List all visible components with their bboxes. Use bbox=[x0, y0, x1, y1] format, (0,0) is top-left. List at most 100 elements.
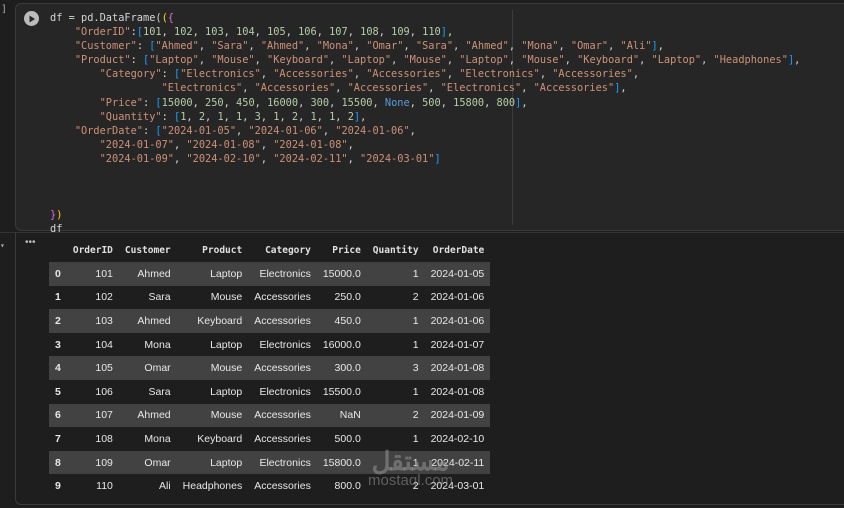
code-token: "2024-01-06" bbox=[248, 124, 323, 137]
table-row: 0 101 Ahmed Laptop Electronics 15000.0 1 2024-0… bbox=[49, 262, 491, 286]
code-token: "Laptop" bbox=[149, 54, 199, 67]
table-cell: 103 bbox=[95, 314, 113, 327]
code-token: "Keyboard" bbox=[577, 54, 640, 67]
table-cell: 2 bbox=[412, 291, 419, 304]
run-cell-button[interactable] bbox=[24, 11, 39, 26]
table-cell: 800.0 bbox=[334, 480, 361, 493]
row-index: 6 bbox=[55, 409, 61, 422]
table-cell: 2024-01-08 bbox=[430, 362, 485, 375]
code-token: , bbox=[372, 96, 385, 109]
code-editor[interactable]: df = pd.DataFrame(({ "OrderID":[101, 102… bbox=[50, 11, 800, 237]
code-line: "Customer": ["Ahmed", "Sara", "Ahmed", "… bbox=[50, 39, 800, 53]
code-token: "Electronics" bbox=[180, 68, 261, 81]
table-cell: Accessories bbox=[254, 314, 311, 327]
watermark-logo: مستقل mostaql.com bbox=[368, 446, 454, 489]
code-token: , bbox=[254, 54, 268, 67]
code-line: "Electronics", "Accessories", "Accessori… bbox=[50, 81, 800, 95]
code-token: , bbox=[223, 26, 237, 39]
code-token: , bbox=[353, 68, 367, 81]
code-token: : bbox=[143, 96, 156, 109]
column-header[interactable]: Quantity bbox=[367, 239, 425, 262]
collapse-output-icon[interactable]: ▾ bbox=[0, 241, 5, 250]
code-token: , bbox=[453, 40, 466, 53]
table-cell: 104 bbox=[95, 338, 113, 351]
code-line: ​ bbox=[50, 194, 800, 208]
table-cell: Ahmed bbox=[137, 409, 171, 422]
table-cell: Accessories bbox=[254, 291, 311, 304]
table-cell: 1 bbox=[412, 338, 419, 351]
table-cell: 2024-01-07 bbox=[430, 338, 485, 351]
table-row: 4 105 Omar Mouse Accessories 300.0 3 2024-01-08 bbox=[49, 356, 491, 380]
row-index: 4 bbox=[55, 362, 61, 375]
code-token: "Mona" bbox=[521, 40, 559, 53]
table-header-row: OrderID Customer Product Category Price Quant… bbox=[49, 239, 490, 262]
code-token: , bbox=[378, 26, 392, 39]
code-token: "Mouse" bbox=[211, 54, 255, 67]
table-cell: Omar bbox=[144, 362, 171, 375]
code-token: "Omar" bbox=[570, 40, 609, 53]
code-token: 110 bbox=[422, 26, 441, 39]
code-token: , bbox=[620, 82, 627, 95]
table-row: 3 104 Mona Laptop Electronics 16000.0 1 2024-01… bbox=[49, 333, 490, 357]
table-row: 5 106 Sara Laptop Electronics 15500.0 1 2024-01… bbox=[49, 380, 490, 404]
table-cell: Accessories bbox=[254, 480, 311, 493]
table-cell: 109 bbox=[95, 456, 113, 469]
code-token: , bbox=[794, 54, 801, 67]
code-token: "Mouse" bbox=[403, 54, 447, 67]
table-row: 6 107 Ahmed Mouse Accessories NaN 2 2024-01-09 bbox=[49, 403, 491, 428]
code-line: ​ bbox=[50, 166, 800, 180]
column-header[interactable]: Price bbox=[317, 239, 367, 262]
table-row: 1 102 Sara Mouse Accessories 250.0 2 2024-01-06 bbox=[49, 286, 490, 310]
code-token: "Mona" bbox=[316, 40, 354, 53]
code-token: "Sara" bbox=[415, 40, 454, 53]
code-token: , bbox=[409, 26, 423, 39]
code-token: , bbox=[428, 82, 441, 95]
code-token: , bbox=[198, 54, 212, 67]
table-cell: 101 bbox=[95, 267, 113, 280]
table-cell: 110 bbox=[96, 480, 113, 493]
table-cell: Keyboard bbox=[197, 432, 243, 445]
code-token: , bbox=[558, 40, 571, 53]
column-header[interactable]: OrderID bbox=[67, 239, 119, 262]
table-cell: Laptop bbox=[210, 267, 243, 280]
column-header[interactable] bbox=[49, 239, 67, 262]
code-token: 105 bbox=[267, 26, 286, 39]
column-header[interactable]: Customer bbox=[119, 239, 177, 262]
code-token: "Ahmed" bbox=[155, 40, 199, 53]
table-cell: Electronics bbox=[259, 338, 311, 351]
code-token: df = pd.DataFrame( bbox=[50, 12, 162, 24]
code-token: , bbox=[161, 26, 175, 39]
code-token: , bbox=[223, 110, 237, 123]
column-header[interactable]: OrderDate bbox=[425, 239, 491, 262]
play-icon bbox=[29, 15, 35, 22]
code-token: 300 bbox=[310, 96, 330, 109]
code-token: , bbox=[260, 68, 274, 81]
table-cell: Ahmed bbox=[137, 314, 171, 327]
row-index: 3 bbox=[55, 338, 61, 351]
table-cell: 106 bbox=[95, 385, 113, 398]
code-token: , bbox=[248, 40, 261, 53]
column-header[interactable]: Category bbox=[248, 239, 317, 262]
table-cell: Electronics bbox=[259, 267, 311, 280]
code-token: "Price" bbox=[99, 96, 144, 109]
code-token: , bbox=[564, 54, 578, 67]
code-token: 15800 bbox=[453, 96, 485, 109]
table-cell: Electronics bbox=[259, 385, 311, 398]
code-token: , bbox=[440, 96, 454, 109]
code-line: ​ bbox=[50, 180, 800, 194]
code-token: "Customer" bbox=[74, 40, 137, 53]
output-actions-button[interactable]: ••• bbox=[25, 237, 36, 248]
row-index: 5 bbox=[55, 385, 61, 398]
table-cell: Mouse bbox=[210, 291, 243, 304]
code-token: 450 bbox=[236, 96, 255, 109]
code-token: , bbox=[236, 124, 249, 137]
code-token: 16000 bbox=[267, 96, 299, 109]
column-header[interactable]: Product bbox=[177, 239, 249, 262]
code-token: : bbox=[136, 40, 150, 53]
table-cell: Mona bbox=[144, 432, 171, 445]
code-token: , bbox=[409, 96, 423, 109]
code-token: None bbox=[384, 96, 410, 109]
code-token: "Accessories" bbox=[273, 68, 354, 81]
